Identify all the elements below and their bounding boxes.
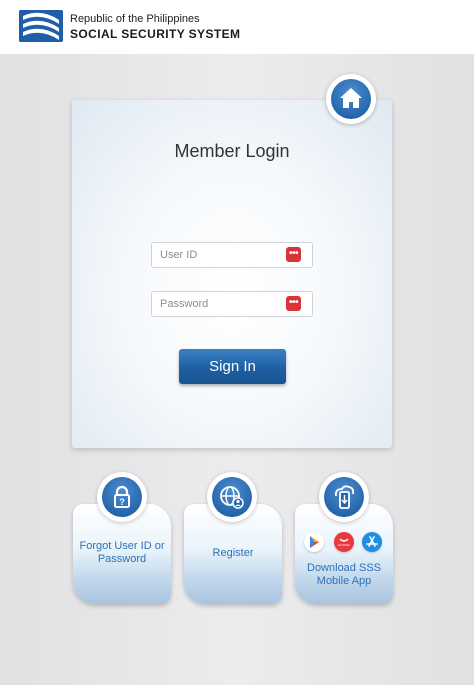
huawei-appgallery-icon[interactable]: HUAWEI (334, 532, 354, 552)
sss-logo[interactable] (19, 10, 63, 42)
home-button[interactable] (326, 74, 376, 124)
sign-in-button[interactable]: Sign In (179, 349, 286, 384)
user-id-field[interactable]: ••• (151, 242, 313, 268)
page-title: Member Login (174, 141, 290, 161)
forgot-credentials-button[interactable]: ? (97, 472, 147, 522)
password-manager-icon[interactable]: ••• (286, 247, 301, 262)
password-input[interactable] (152, 292, 290, 316)
tile-label: Register (212, 547, 254, 559)
home-icon (340, 88, 362, 108)
huawei-text: HUAWEI (338, 543, 350, 547)
password-manager-icon[interactable]: ••• (286, 296, 301, 311)
brand-subtitle: Republic of the Philippines (70, 13, 200, 25)
google-play-icon[interactable] (304, 532, 324, 552)
brand-title: SOCIAL SECURITY SYSTEM (70, 27, 241, 41)
tile-label: Download SSS Mobile App (307, 562, 381, 587)
user-id-input[interactable] (152, 243, 290, 267)
svg-text:?: ? (119, 497, 125, 507)
tile-label: Forgot User ID or Password (79, 540, 165, 565)
download-app-button[interactable] (319, 472, 369, 522)
app-store-icon[interactable] (362, 532, 382, 552)
password-field[interactable]: ••• (151, 291, 313, 317)
globe-user-icon (220, 486, 244, 509)
mobile-cloud-icon (334, 485, 355, 509)
register-button[interactable] (207, 472, 257, 522)
header: Republic of the Philippines SOCIAL SECUR… (0, 0, 474, 54)
lock-icon: ? (114, 485, 130, 508)
